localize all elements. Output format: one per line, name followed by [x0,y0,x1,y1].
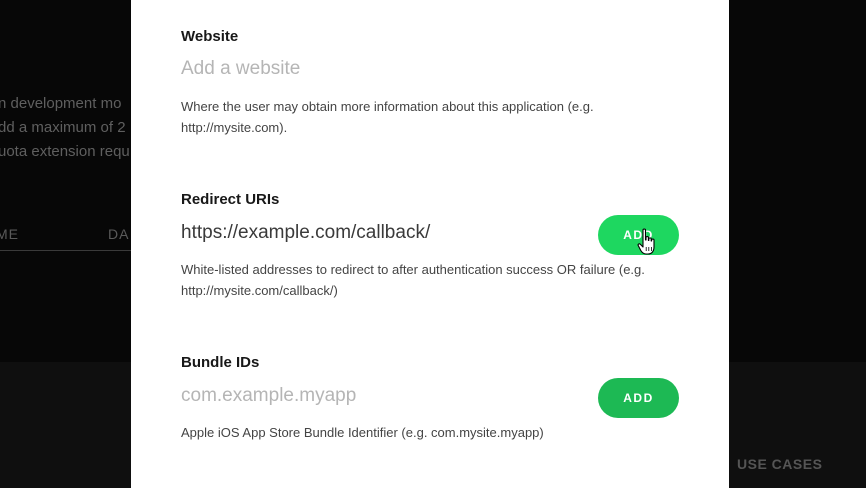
bundle-id-input[interactable] [181,385,581,407]
website-help-text: Where the user may obtain more informati… [181,99,594,135]
website-field-group: Website Where the user may obtain more i… [181,28,679,135]
redirect-uris-help-text: White-listed addresses to redirect to af… [181,262,645,298]
website-label: Website [181,28,239,45]
hand-pointer-icon [637,228,655,255]
background-text-line: uota extension requ [0,143,130,160]
bundle-ids-help-text: Apple iOS App Store Bundle Identifier (e… [181,425,544,440]
redirect-uris-field-group: Redirect URIs ADD White-listed addresses… [181,191,679,298]
bundle-ids-field-group: Bundle IDs ADD Apple iOS App Store Bundl… [181,354,679,440]
add-bundle-id-button[interactable]: ADD [598,378,679,418]
background-use-cases-link: USE CASES [737,456,823,472]
background-text-line: dd a maximum of 2 [0,119,126,136]
background-tab: DA [108,226,130,242]
redirect-uris-label: Redirect URIs [181,191,280,208]
background-text-line: n development mo [0,95,122,112]
bundle-ids-label: Bundle IDs [181,354,260,371]
background-tab-underline [0,250,131,251]
redirect-uri-input[interactable] [181,222,581,244]
website-input[interactable] [181,58,581,80]
background-tab: ME [0,226,19,242]
